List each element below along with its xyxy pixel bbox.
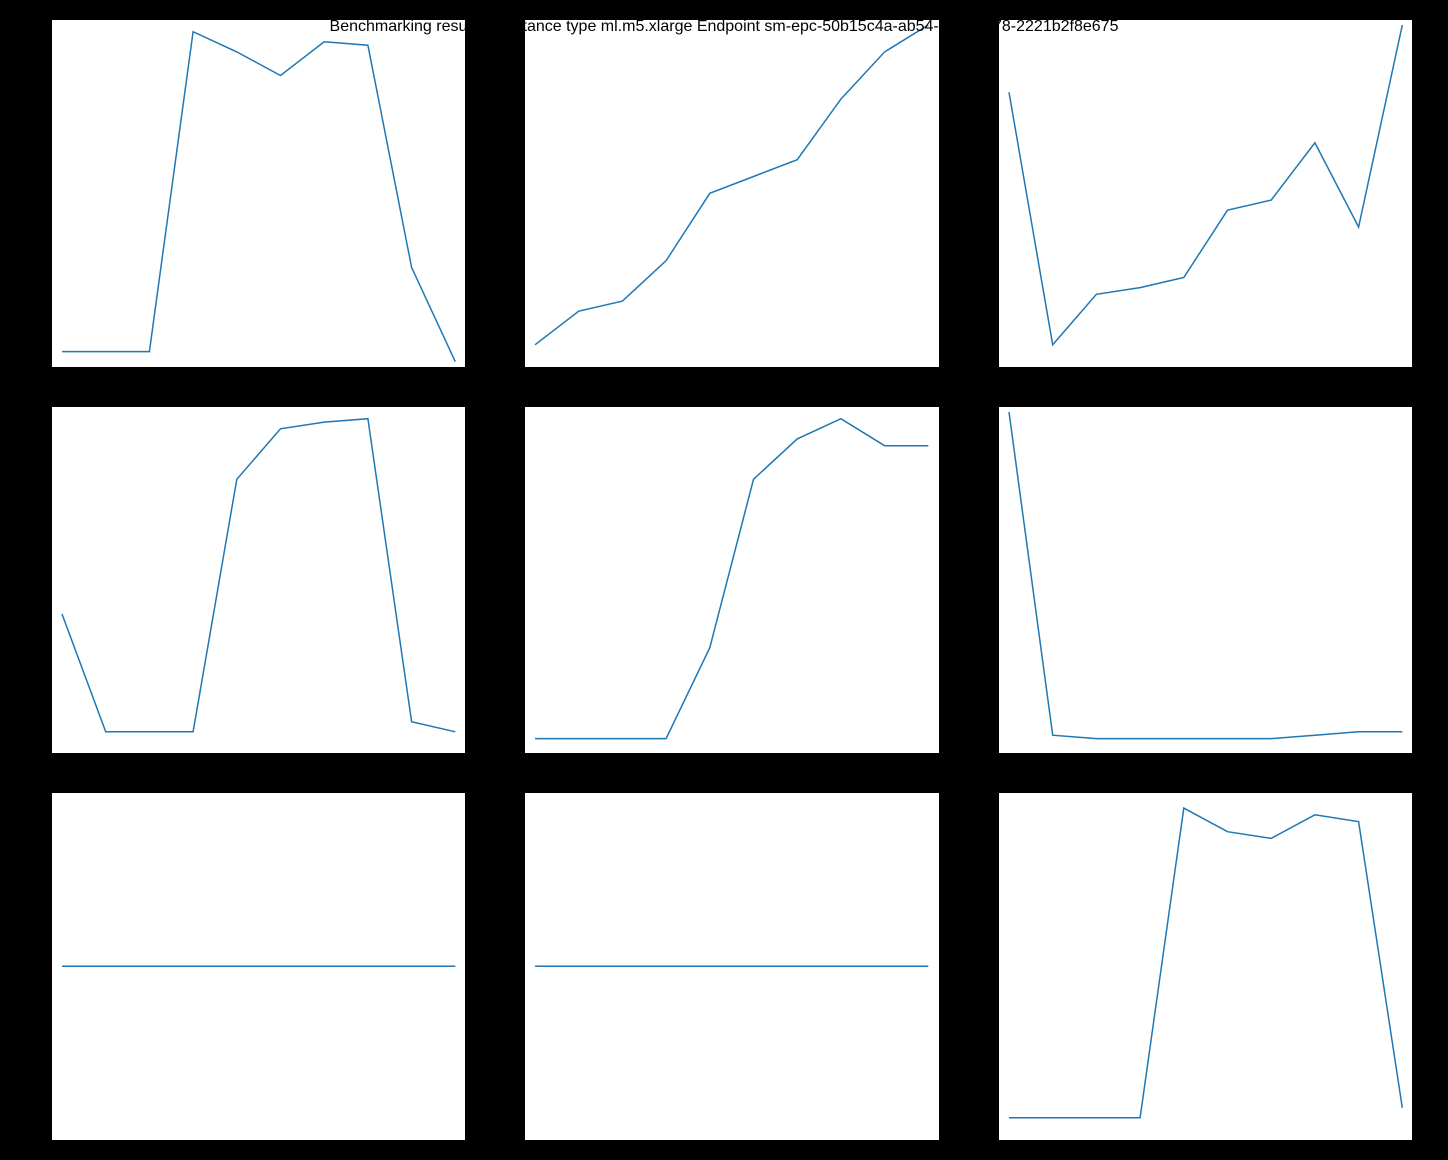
chart-panel-8: [999, 793, 1412, 1140]
chart-panel-1: [525, 20, 938, 367]
chart-svg-5: [999, 407, 1412, 754]
chart-svg-7: [525, 793, 938, 1140]
chart-svg-2: [999, 20, 1412, 367]
chart-panel-3: [52, 407, 465, 754]
chart-panel-7: [525, 793, 938, 1140]
chart-svg-0: [52, 20, 465, 367]
chart-panel-4: [525, 407, 938, 754]
chart-svg-1: [525, 20, 938, 367]
chart-panel-0: [52, 20, 465, 367]
chart-svg-8: [999, 793, 1412, 1140]
chart-svg-6: [52, 793, 465, 1140]
chart-panel-6: [52, 793, 465, 1140]
chart-svg-4: [525, 407, 938, 754]
chart-svg-3: [52, 407, 465, 754]
chart-panel-5: [999, 407, 1412, 754]
chart-panel-2: [999, 20, 1412, 367]
chart-grid: [52, 20, 1412, 1140]
